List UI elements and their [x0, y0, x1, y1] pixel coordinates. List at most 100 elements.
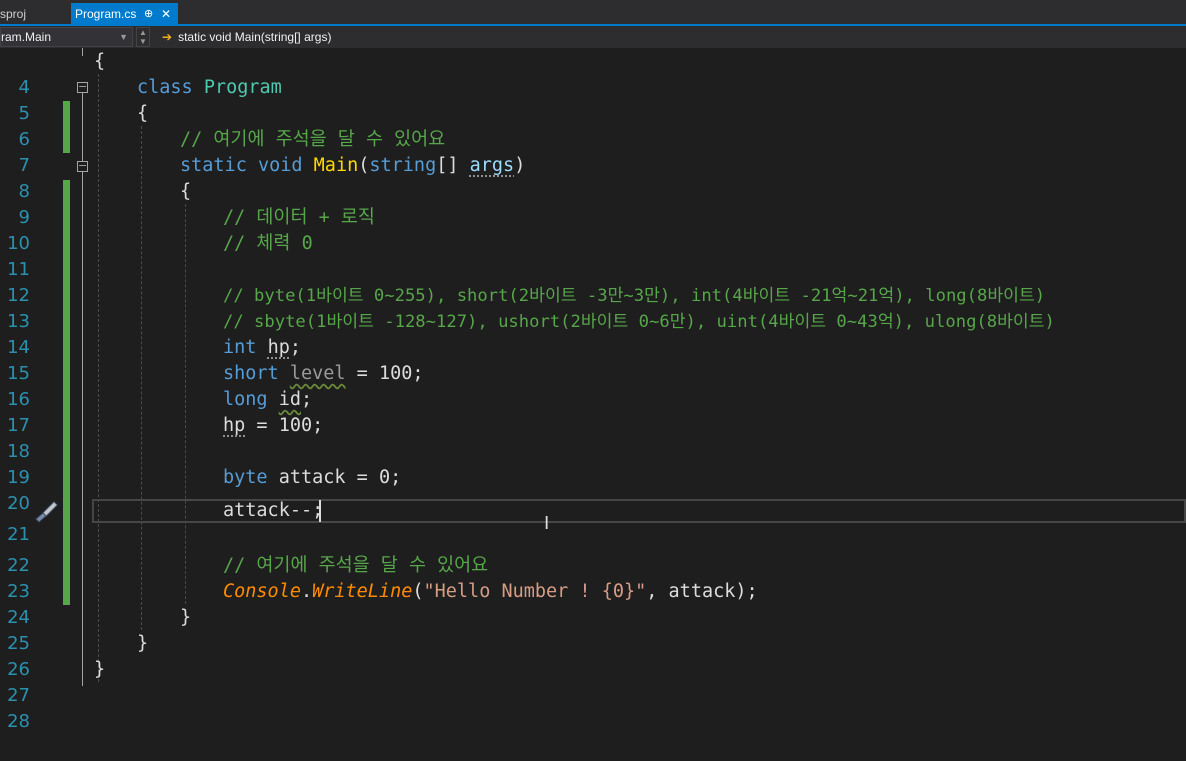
code-line: 15 int hp; — [0, 335, 1186, 384]
code-text: hp = 100; — [223, 413, 323, 439]
brace: { — [137, 103, 149, 124]
dropdown-icon[interactable]: ▼ — [119, 28, 128, 46]
code-line: 5 class Program — [0, 75, 1186, 124]
code-text: short level = 100; — [223, 361, 424, 387]
code-line: 17 long id; — [0, 387, 1186, 436]
code-line: 4 { — [0, 49, 1186, 98]
assignment: = 100; — [345, 363, 424, 384]
code-text: class Program — [137, 75, 282, 101]
code-line: 22 — [0, 527, 1186, 576]
code-line: 12 — [0, 257, 1186, 306]
comment: // byte(1바이트 0~255), short(2바이트 -3만~3만),… — [223, 286, 1046, 306]
code-line: 10 // 데이터 + 로직 — [0, 205, 1186, 254]
code-line: 25 } — [0, 605, 1186, 654]
comment: // sbyte(1바이트 -128~127), ushort(2바이트 0~6… — [223, 312, 1055, 332]
console-class: Console — [223, 581, 301, 602]
code-line: 20 byte attack = 0; — [0, 465, 1186, 514]
tab-label: sproj — [0, 7, 27, 21]
code-line: 6 { — [0, 101, 1186, 150]
declaration: attack = 0; — [267, 467, 402, 488]
class-name: Program — [203, 77, 282, 98]
tab-program-cs[interactable]: Program.cs ⊕ ✕ — [71, 3, 178, 25]
code-line: 19 — [0, 439, 1186, 488]
method-name: Main — [313, 155, 359, 176]
code-text: int hp; — [223, 335, 301, 361]
line-number: 28 — [7, 711, 30, 732]
tab-csproj[interactable]: sproj — [0, 3, 62, 25]
code-text: byte attack = 0; — [223, 465, 401, 491]
type-scope-label: ram.Main — [1, 30, 52, 44]
assignment: = 100; — [245, 415, 324, 436]
variable-hp: hp — [223, 415, 246, 436]
code-text: long id; — [223, 387, 312, 413]
chevron-down-icon[interactable]: ▼ — [139, 37, 147, 46]
tab-label: Program.cs — [75, 7, 137, 21]
code-line: 8 static void Main(string[] args) — [0, 153, 1186, 202]
code-line-current: 21 attack--; — [0, 499, 1186, 545]
code-text: attack--; — [223, 500, 324, 521]
semicolon: ; — [300, 389, 313, 410]
type-scope-dropdown[interactable]: ram.Main ▼ — [0, 27, 133, 47]
arguments: , attack); — [646, 581, 758, 602]
code-line: 27 } — [0, 657, 1186, 706]
code-text: { — [94, 49, 105, 75]
code-line: 28 — [0, 683, 1186, 732]
brace: } — [94, 659, 106, 680]
code-line: 18 hp = 100; — [0, 413, 1186, 462]
dot: . — [300, 581, 313, 602]
code-line: 11 // 체력 0 — [0, 231, 1186, 280]
variable-level: level — [289, 363, 346, 384]
navigation-bar: ram.Main ▼ ▲ ▼ ➔ static void Main(string[… — [0, 26, 1186, 49]
parameter-args: args — [469, 155, 515, 176]
code-line: 7 // 여기에 주석을 달 수 있어요 — [0, 127, 1186, 176]
text-caret — [319, 500, 321, 522]
keyword: long — [223, 389, 268, 410]
code-line: 24 Console.WriteLine("Hello Number ! {0}… — [0, 579, 1186, 628]
keyword: int — [223, 337, 257, 358]
brace: { — [94, 51, 106, 72]
close-icon[interactable]: ✕ — [161, 3, 171, 25]
code-line: 9 { — [0, 179, 1186, 228]
writeline-method: WriteLine — [312, 581, 413, 602]
code-text: } — [137, 631, 148, 657]
keyword: class — [137, 77, 193, 98]
paren: ( — [412, 581, 424, 602]
code-line: 23 // 여기에 주석을 달 수 있어요 — [0, 553, 1186, 602]
brace: { — [180, 181, 192, 202]
split-spinner[interactable]: ▲ ▼ — [136, 27, 150, 47]
code-text: } — [180, 605, 191, 631]
code-text: Console.WriteLine("Hello Number ! {0}", … — [223, 579, 758, 605]
comment: // 체력 0 — [223, 233, 313, 254]
member-label: static void Main(string[] args) — [178, 30, 332, 44]
paren: ( — [358, 155, 370, 176]
arrow-right-icon: ➔ — [162, 30, 173, 44]
keyword: byte — [223, 467, 268, 488]
comment: // 여기에 주석을 달 수 있어요 — [180, 129, 446, 150]
code-line: 13 // byte(1바이트 0~255), short(2바이트 -3만~3… — [0, 283, 1186, 332]
code-text: static void Main(string[] args) — [180, 153, 525, 179]
comment: // 데이터 + 로직 — [223, 207, 375, 228]
array-brackets: [] — [436, 155, 470, 176]
brace: } — [137, 633, 149, 654]
string-literal: "Hello Number ! {0}" — [423, 581, 647, 602]
keyword: short — [223, 363, 279, 384]
pin-icon[interactable]: ⊕ — [144, 3, 153, 25]
paintbrush-icon[interactable] — [30, 498, 60, 524]
brace: } — [180, 607, 192, 628]
keyword: string — [369, 155, 437, 176]
code-text: } — [94, 657, 105, 683]
keyword: static — [180, 155, 247, 176]
code-line: 26 } — [0, 631, 1186, 680]
member-dropdown[interactable]: ➔ static void Main(string[] args) — [156, 27, 1186, 47]
variable-hp: hp — [267, 337, 290, 358]
paren: ) — [514, 155, 526, 176]
code-text: { — [137, 101, 148, 127]
code-editor[interactable]: − − 4 { 5 class Program 6 { 7 // 여기에 주석을… — [0, 48, 1186, 732]
code-text: { — [180, 179, 191, 205]
code-line: 16 short level = 100; — [0, 361, 1186, 410]
code-line: 14 // sbyte(1바이트 -128~127), ushort(2바이트 … — [0, 309, 1186, 358]
document-tab-strip: sproj Program.cs ⊕ ✕ — [0, 0, 1186, 26]
variable-id: id — [278, 389, 301, 410]
chevron-up-icon[interactable]: ▲ — [139, 28, 147, 37]
comment: // 여기에 주석을 달 수 있어요 — [223, 555, 489, 576]
